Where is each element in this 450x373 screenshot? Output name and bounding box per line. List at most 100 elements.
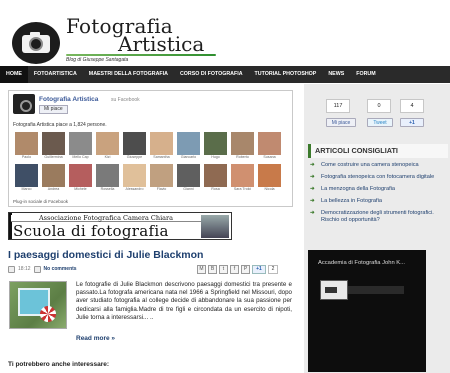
nav-maestri[interactable]: MAESTRI DELLA FOTOGRAFIA bbox=[83, 66, 174, 83]
fan-face[interactable]: Rossella bbox=[96, 164, 119, 192]
fan-avatar[interactable] bbox=[177, 164, 200, 187]
fan-face[interactable]: Kizi bbox=[96, 132, 119, 160]
fan-name[interactable]: Nicola bbox=[258, 187, 281, 192]
fan-face[interactable]: Giuseppe bbox=[123, 132, 146, 160]
fan-name[interactable]: Rosa bbox=[204, 187, 227, 192]
read-more-link[interactable]: Read more » bbox=[76, 335, 115, 342]
fan-face[interactable]: Hugo bbox=[204, 132, 227, 160]
article-title[interactable]: La bellezza in Fotografia bbox=[321, 198, 382, 205]
fan-avatar[interactable] bbox=[231, 132, 254, 155]
fan-avatar[interactable] bbox=[15, 164, 38, 187]
fan-face[interactable]: Susana bbox=[258, 132, 281, 160]
fan-name[interactable]: Guillermina bbox=[42, 155, 65, 160]
fan-face[interactable]: Paolo bbox=[15, 132, 38, 160]
post-comments-link[interactable]: No comments bbox=[44, 266, 77, 272]
facebook-share-icon[interactable]: f bbox=[230, 265, 239, 274]
nav-news[interactable]: NEWS bbox=[322, 66, 350, 83]
article-link[interactable]: ➜ Democratizzazione degli strumenti fotog… bbox=[310, 210, 448, 224]
fb-like-sidebar-button[interactable]: Mi piace bbox=[326, 118, 356, 127]
fan-name[interactable]: Giuseppe bbox=[123, 155, 146, 160]
fan-face[interactable]: Alessandro bbox=[123, 164, 146, 192]
article-title[interactable]: Democratizzazione degli strumenti fotogr… bbox=[321, 210, 448, 224]
fan-name[interactable]: Mello Cap bbox=[69, 155, 92, 160]
fan-avatar[interactable] bbox=[123, 132, 146, 155]
arrow-right-icon: ➜ bbox=[310, 162, 315, 168]
fan-name[interactable]: Rossella bbox=[96, 187, 119, 192]
email-share-icon[interactable]: M bbox=[197, 265, 206, 274]
nav-forum[interactable]: FORUM bbox=[350, 66, 381, 83]
gplus-button[interactable]: +1 bbox=[252, 265, 266, 274]
fb-like-button[interactable]: Mi piace bbox=[39, 105, 68, 114]
fan-face[interactable]: Guillermina bbox=[42, 132, 65, 160]
article-link[interactable]: ➜ Come costruire una camera stenopeica bbox=[310, 162, 448, 169]
fan-name[interactable]: Michele bbox=[69, 187, 92, 192]
video-widget[interactable]: Accademia di Fotografia John K... bbox=[308, 250, 426, 372]
video-thumbnail[interactable] bbox=[320, 280, 348, 300]
tweet-button[interactable]: Tweet bbox=[367, 118, 393, 127]
nav-fotoartistica[interactable]: FOTOARTISTICA bbox=[28, 66, 83, 83]
fan-avatar[interactable] bbox=[150, 132, 173, 155]
fan-face[interactable]: Andrea bbox=[42, 164, 65, 192]
fan-name[interactable]: Paolo bbox=[15, 155, 38, 160]
fan-avatar[interactable] bbox=[69, 164, 92, 187]
fan-face[interactable]: Gianni bbox=[177, 164, 200, 192]
gplus-sidebar-button[interactable]: +1 bbox=[400, 118, 424, 127]
fan-avatar[interactable] bbox=[258, 164, 281, 187]
fan-avatar[interactable] bbox=[42, 164, 65, 187]
article-title[interactable]: Come costruire una camera stenopeica bbox=[321, 162, 419, 169]
fan-name[interactable]: Susana bbox=[258, 155, 281, 160]
article-title[interactable]: Fotografia stenopeica con fotocamera dig… bbox=[321, 174, 434, 181]
blog-share-icon[interactable]: B bbox=[208, 265, 217, 274]
fan-avatar[interactable] bbox=[258, 132, 281, 155]
fan-name[interactable]: Flavio bbox=[150, 187, 173, 192]
fan-avatar[interactable] bbox=[204, 132, 227, 155]
fan-face[interactable]: Samantha bbox=[150, 132, 173, 160]
post-thumbnail[interactable] bbox=[9, 281, 67, 329]
fan-name[interactable]: Giancarlo bbox=[177, 155, 200, 160]
fan-face[interactable]: Rosa bbox=[204, 164, 227, 192]
fan-name[interactable]: Alessandro bbox=[123, 187, 146, 192]
fan-avatar[interactable] bbox=[231, 164, 254, 187]
fan-face[interactable]: Giancarlo bbox=[177, 132, 200, 160]
fan-name[interactable]: Roberto bbox=[231, 155, 254, 160]
pinterest-share-icon[interactable]: P bbox=[241, 265, 250, 274]
fan-face[interactable]: Roberto bbox=[231, 132, 254, 160]
fan-name[interactable]: Samantha bbox=[150, 155, 173, 160]
fan-avatar[interactable] bbox=[42, 132, 65, 155]
fan-face[interactable]: Michele bbox=[69, 164, 92, 192]
fan-avatar[interactable] bbox=[96, 132, 119, 155]
nav-corso[interactable]: CORSO DI FOTOGRAFIA bbox=[174, 66, 249, 83]
fb-page-name[interactable]: Fotografia Artistica bbox=[39, 96, 98, 103]
fan-name[interactable]: Andrea bbox=[42, 187, 65, 192]
twitter-share-icon[interactable]: t bbox=[219, 265, 228, 274]
nav-home[interactable]: HOME bbox=[0, 66, 28, 83]
video-title[interactable]: Accademia di Fotografia John K... bbox=[318, 260, 424, 266]
fan-face[interactable]: Mello Cap bbox=[69, 132, 92, 160]
article-link[interactable]: ➜ La bellezza in Fotografia bbox=[310, 198, 448, 205]
fan-face[interactable]: Nicola bbox=[258, 164, 281, 192]
article-link[interactable]: ➜ Fotografia stenopeica con fotocamera di… bbox=[310, 174, 448, 181]
article-title[interactable]: La menzogna della Fotografia bbox=[321, 186, 395, 193]
fan-name[interactable]: Sara Trolci bbox=[231, 187, 254, 192]
fan-name[interactable]: Gianni bbox=[177, 187, 200, 192]
fan-face[interactable]: Flavio bbox=[150, 164, 173, 192]
fan-avatar[interactable] bbox=[204, 164, 227, 187]
fan-name[interactable]: Kizi bbox=[96, 155, 119, 160]
fan-name[interactable]: Marco bbox=[15, 187, 38, 192]
fan-avatar[interactable] bbox=[123, 164, 146, 187]
fan-face[interactable]: Marco bbox=[15, 164, 38, 192]
post-title[interactable]: I paesaggi domestici di Julie Blackmon bbox=[8, 249, 203, 261]
page-avatar[interactable] bbox=[13, 94, 35, 114]
fb-plugin-label[interactable]: Plug-in sociale di Facebook bbox=[13, 199, 68, 204]
fan-avatar[interactable] bbox=[150, 164, 173, 187]
school-banner[interactable]: Associazione Fotografica Camera Chiara S… bbox=[8, 212, 232, 240]
fan-avatar[interactable] bbox=[69, 132, 92, 155]
fan-avatar[interactable] bbox=[177, 132, 200, 155]
article-link[interactable]: ➜ La menzogna della Fotografia bbox=[310, 186, 448, 193]
fan-name[interactable]: Hugo bbox=[204, 155, 227, 160]
site-title-line2[interactable]: Artistica bbox=[118, 32, 204, 56]
fan-face[interactable]: Sara Trolci bbox=[231, 164, 254, 192]
nav-tutorial[interactable]: TUTORIAL PHOTOSHOP bbox=[249, 66, 323, 83]
fan-avatar[interactable] bbox=[96, 164, 119, 187]
fan-avatar[interactable] bbox=[15, 132, 38, 155]
